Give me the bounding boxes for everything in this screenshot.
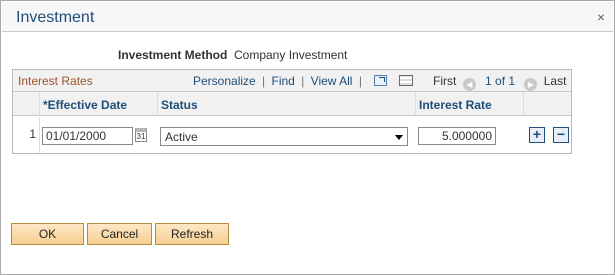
cancel-button[interactable]: Cancel (87, 223, 152, 245)
add-row-button[interactable]: + (529, 127, 545, 143)
grid-title: Interest Rates (18, 74, 93, 88)
delete-row-button[interactable]: − (553, 127, 569, 143)
dialog-title: Investment (16, 9, 95, 26)
investment-method-value: Company Investment (234, 48, 348, 62)
dialog-titlebar: Investment × (2, 2, 613, 32)
prev-arrow-icon[interactable]: ◀ (462, 78, 476, 91)
row-number-cell: 1 (13, 117, 40, 153)
col-head-actions (524, 92, 571, 116)
status-header: Status (161, 98, 198, 112)
col-head-effective-date: *Effective Date (40, 92, 158, 116)
interest-rate-header: Interest Rate (419, 98, 492, 112)
status-select[interactable]: Active (160, 127, 408, 146)
status-select-value: Active (165, 130, 198, 144)
pager-first-label: First (433, 74, 457, 88)
investment-method-label: Investment Method (118, 48, 228, 62)
grid-nav: Personalize | Find | View All | (193, 74, 413, 88)
close-icon[interactable]: × (597, 10, 605, 24)
col-head-interest-rate: Interest Rate (416, 92, 524, 116)
effective-date-header: *Effective Date (43, 98, 128, 112)
pager-last-label: Last (543, 74, 567, 88)
pager-range: 1 of 1 (485, 74, 516, 88)
ok-button[interactable]: OK (11, 223, 84, 245)
calendar-icon[interactable]: 31 (135, 128, 147, 142)
col-head-rownum (13, 92, 40, 116)
investment-dialog: Investment × Investment Method Company I… (0, 0, 615, 275)
nav-separator: | (301, 74, 305, 88)
next-arrow-icon[interactable]: ▶ (524, 78, 538, 91)
grid-header: Interest Rates Personalize | Find | View… (13, 70, 571, 92)
interest-rates-grid: Interest Rates Personalize | Find | View… (12, 69, 572, 154)
grid-pager: First ◀ 1 of 1 ▶ Last (433, 74, 566, 91)
download-icon[interactable] (398, 75, 413, 86)
effective-date-input[interactable] (42, 127, 133, 145)
zoom-icon[interactable] (374, 75, 388, 86)
nav-separator: | (262, 74, 266, 88)
row-number: 1 (29, 127, 36, 141)
find-link[interactable]: Find (272, 74, 295, 88)
table-row: 1 31 Active + − (13, 117, 571, 153)
refresh-button[interactable]: Refresh (155, 223, 229, 245)
nav-separator: | (358, 74, 362, 88)
interest-rate-input[interactable] (418, 127, 496, 145)
personalize-link[interactable]: Personalize (193, 74, 256, 88)
col-head-status: Status (158, 92, 416, 116)
view-all-link[interactable]: View All (311, 74, 353, 88)
chevron-down-icon (395, 135, 403, 140)
